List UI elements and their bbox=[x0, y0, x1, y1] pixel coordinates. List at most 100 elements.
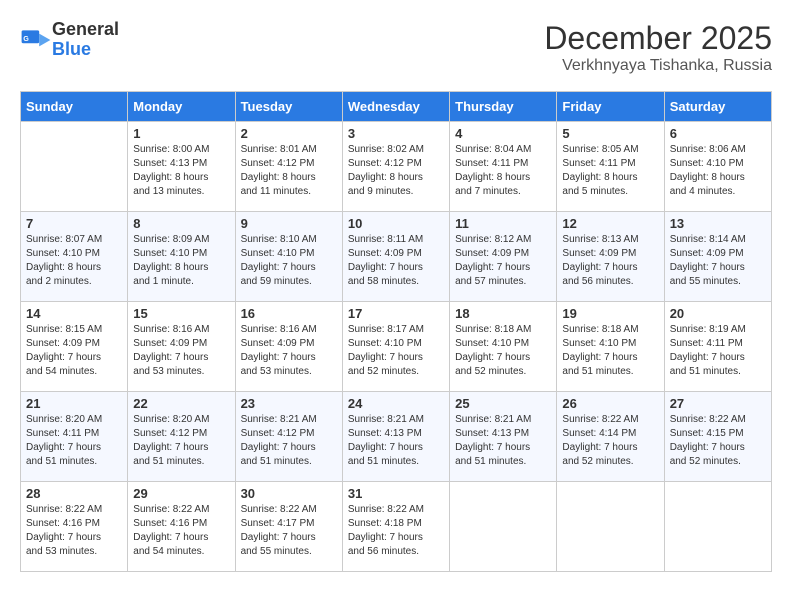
calendar-cell: 18 Sunrise: 8:18 AM Sunset: 4:10 PM Dayli… bbox=[450, 302, 557, 392]
day-detail: Sunrise: 8:06 AM Sunset: 4:10 PM Dayligh… bbox=[670, 143, 766, 199]
calendar-cell: 24 Sunrise: 8:21 AM Sunset: 4:13 PM Dayli… bbox=[342, 392, 449, 482]
logo-text-general: General bbox=[52, 20, 119, 40]
day-number: 26 bbox=[562, 396, 658, 411]
calendar-cell: 19 Sunrise: 8:18 AM Sunset: 4:10 PM Dayli… bbox=[557, 302, 664, 392]
day-detail: Sunrise: 8:12 AM Sunset: 4:09 PM Dayligh… bbox=[455, 233, 551, 289]
day-number: 5 bbox=[562, 126, 658, 141]
day-number: 8 bbox=[133, 216, 229, 231]
calendar-week-5: 28Sunrise: 8:22 AM Sunset: 4:16 PM Dayli… bbox=[21, 482, 772, 572]
calendar-cell: 4 Sunrise: 8:04 AM Sunset: 4:11 PM Daylig… bbox=[450, 122, 557, 212]
calendar-cell: 13 Sunrise: 8:14 AM Sunset: 4:09 PM Dayli… bbox=[664, 212, 771, 302]
day-number: 9 bbox=[241, 216, 337, 231]
day-number: 21 bbox=[26, 396, 122, 411]
logo-text-blue: Blue bbox=[52, 40, 119, 60]
logo-icon: G bbox=[20, 24, 52, 56]
day-number: 18 bbox=[455, 306, 551, 321]
calendar-cell: 5 Sunrise: 8:05 AM Sunset: 4:11 PM Daylig… bbox=[557, 122, 664, 212]
day-number: 4 bbox=[455, 126, 551, 141]
weekday-header-thursday: Thursday bbox=[450, 92, 557, 122]
day-detail: Sunrise: 8:18 AM Sunset: 4:10 PM Dayligh… bbox=[455, 323, 551, 379]
calendar-cell: 10 Sunrise: 8:11 AM Sunset: 4:09 PM Dayli… bbox=[342, 212, 449, 302]
calendar-cell: 7Sunrise: 8:07 AM Sunset: 4:10 PM Daylig… bbox=[21, 212, 128, 302]
day-number: 1 bbox=[133, 126, 229, 141]
day-number: 14 bbox=[26, 306, 122, 321]
day-number: 16 bbox=[241, 306, 337, 321]
day-detail: Sunrise: 8:20 AM Sunset: 4:11 PM Dayligh… bbox=[26, 413, 122, 469]
calendar-cell bbox=[557, 482, 664, 572]
calendar-table: SundayMondayTuesdayWednesdayThursdayFrid… bbox=[20, 91, 772, 572]
weekday-header-sunday: Sunday bbox=[21, 92, 128, 122]
month-title: December 2025 bbox=[544, 20, 772, 57]
day-detail: Sunrise: 8:14 AM Sunset: 4:09 PM Dayligh… bbox=[670, 233, 766, 289]
day-number: 22 bbox=[133, 396, 229, 411]
day-detail: Sunrise: 8:04 AM Sunset: 4:11 PM Dayligh… bbox=[455, 143, 551, 199]
calendar-cell: 15Sunrise: 8:16 AM Sunset: 4:09 PM Dayli… bbox=[128, 302, 235, 392]
calendar-cell: 1 Sunrise: 8:00 AM Sunset: 4:13 PM Daylig… bbox=[128, 122, 235, 212]
day-detail: Sunrise: 8:22 AM Sunset: 4:16 PM Dayligh… bbox=[26, 503, 122, 559]
title-area: December 2025 Verkhnyaya Tishanka, Russi… bbox=[544, 20, 772, 75]
calendar-cell: 31Sunrise: 8:22 AM Sunset: 4:18 PM Dayli… bbox=[342, 482, 449, 572]
day-number: 12 bbox=[562, 216, 658, 231]
weekday-header-monday: Monday bbox=[128, 92, 235, 122]
calendar-cell: 12 Sunrise: 8:13 AM Sunset: 4:09 PM Dayli… bbox=[557, 212, 664, 302]
calendar-cell bbox=[664, 482, 771, 572]
svg-text:G: G bbox=[23, 34, 29, 43]
day-detail: Sunrise: 8:17 AM Sunset: 4:10 PM Dayligh… bbox=[348, 323, 444, 379]
calendar-cell: 26 Sunrise: 8:22 AM Sunset: 4:14 PM Dayli… bbox=[557, 392, 664, 482]
day-number: 24 bbox=[348, 396, 444, 411]
day-number: 11 bbox=[455, 216, 551, 231]
day-number: 19 bbox=[562, 306, 658, 321]
logo: G General Blue bbox=[20, 20, 119, 60]
calendar-week-3: 14 Sunrise: 8:15 AM Sunset: 4:09 PM Dayli… bbox=[21, 302, 772, 392]
day-detail: Sunrise: 8:05 AM Sunset: 4:11 PM Dayligh… bbox=[562, 143, 658, 199]
day-number: 3 bbox=[348, 126, 444, 141]
day-number: 23 bbox=[241, 396, 337, 411]
calendar-week-4: 21 Sunrise: 8:20 AM Sunset: 4:11 PM Dayli… bbox=[21, 392, 772, 482]
calendar-cell: 16Sunrise: 8:16 AM Sunset: 4:09 PM Dayli… bbox=[235, 302, 342, 392]
calendar-cell: 2 Sunrise: 8:01 AM Sunset: 4:12 PM Daylig… bbox=[235, 122, 342, 212]
calendar-week-1: 1 Sunrise: 8:00 AM Sunset: 4:13 PM Daylig… bbox=[21, 122, 772, 212]
day-detail: Sunrise: 8:21 AM Sunset: 4:12 PM Dayligh… bbox=[241, 413, 337, 469]
day-detail: Sunrise: 8:13 AM Sunset: 4:09 PM Dayligh… bbox=[562, 233, 658, 289]
day-detail: Sunrise: 8:00 AM Sunset: 4:13 PM Dayligh… bbox=[133, 143, 229, 199]
calendar-cell: 3Sunrise: 8:02 AM Sunset: 4:12 PM Daylig… bbox=[342, 122, 449, 212]
weekday-header-saturday: Saturday bbox=[664, 92, 771, 122]
day-number: 10 bbox=[348, 216, 444, 231]
day-detail: Sunrise: 8:21 AM Sunset: 4:13 PM Dayligh… bbox=[455, 413, 551, 469]
day-detail: Sunrise: 8:20 AM Sunset: 4:12 PM Dayligh… bbox=[133, 413, 229, 469]
day-number: 30 bbox=[241, 486, 337, 501]
calendar-cell: 25 Sunrise: 8:21 AM Sunset: 4:13 PM Dayli… bbox=[450, 392, 557, 482]
day-number: 2 bbox=[241, 126, 337, 141]
calendar-cell: 29 Sunrise: 8:22 AM Sunset: 4:16 PM Dayli… bbox=[128, 482, 235, 572]
day-detail: Sunrise: 8:15 AM Sunset: 4:09 PM Dayligh… bbox=[26, 323, 122, 379]
day-detail: Sunrise: 8:19 AM Sunset: 4:11 PM Dayligh… bbox=[670, 323, 766, 379]
day-number: 13 bbox=[670, 216, 766, 231]
day-number: 25 bbox=[455, 396, 551, 411]
header: G General Blue December 2025 Verkhnyaya … bbox=[20, 20, 772, 75]
calendar-cell: 27Sunrise: 8:22 AM Sunset: 4:15 PM Dayli… bbox=[664, 392, 771, 482]
calendar-cell: 9 Sunrise: 8:10 AM Sunset: 4:10 PM Daylig… bbox=[235, 212, 342, 302]
calendar-week-2: 7Sunrise: 8:07 AM Sunset: 4:10 PM Daylig… bbox=[21, 212, 772, 302]
day-detail: Sunrise: 8:22 AM Sunset: 4:17 PM Dayligh… bbox=[241, 503, 337, 559]
day-detail: Sunrise: 8:22 AM Sunset: 4:14 PM Dayligh… bbox=[562, 413, 658, 469]
weekday-header-wednesday: Wednesday bbox=[342, 92, 449, 122]
day-number: 17 bbox=[348, 306, 444, 321]
day-number: 20 bbox=[670, 306, 766, 321]
day-number: 29 bbox=[133, 486, 229, 501]
calendar-cell: 22 Sunrise: 8:20 AM Sunset: 4:12 PM Dayli… bbox=[128, 392, 235, 482]
calendar-cell: 14 Sunrise: 8:15 AM Sunset: 4:09 PM Dayli… bbox=[21, 302, 128, 392]
day-detail: Sunrise: 8:21 AM Sunset: 4:13 PM Dayligh… bbox=[348, 413, 444, 469]
calendar-cell: 11 Sunrise: 8:12 AM Sunset: 4:09 PM Dayli… bbox=[450, 212, 557, 302]
calendar-cell bbox=[21, 122, 128, 212]
day-detail: Sunrise: 8:01 AM Sunset: 4:12 PM Dayligh… bbox=[241, 143, 337, 199]
calendar-cell: 20 Sunrise: 8:19 AM Sunset: 4:11 PM Dayli… bbox=[664, 302, 771, 392]
day-detail: Sunrise: 8:10 AM Sunset: 4:10 PM Dayligh… bbox=[241, 233, 337, 289]
calendar-cell: 28Sunrise: 8:22 AM Sunset: 4:16 PM Dayli… bbox=[21, 482, 128, 572]
day-detail: Sunrise: 8:18 AM Sunset: 4:10 PM Dayligh… bbox=[562, 323, 658, 379]
day-detail: Sunrise: 8:22 AM Sunset: 4:16 PM Dayligh… bbox=[133, 503, 229, 559]
location-title: Verkhnyaya Tishanka, Russia bbox=[544, 57, 772, 75]
day-detail: Sunrise: 8:22 AM Sunset: 4:18 PM Dayligh… bbox=[348, 503, 444, 559]
day-detail: Sunrise: 8:16 AM Sunset: 4:09 PM Dayligh… bbox=[133, 323, 229, 379]
day-detail: Sunrise: 8:11 AM Sunset: 4:09 PM Dayligh… bbox=[348, 233, 444, 289]
calendar-cell: 23 Sunrise: 8:21 AM Sunset: 4:12 PM Dayli… bbox=[235, 392, 342, 482]
